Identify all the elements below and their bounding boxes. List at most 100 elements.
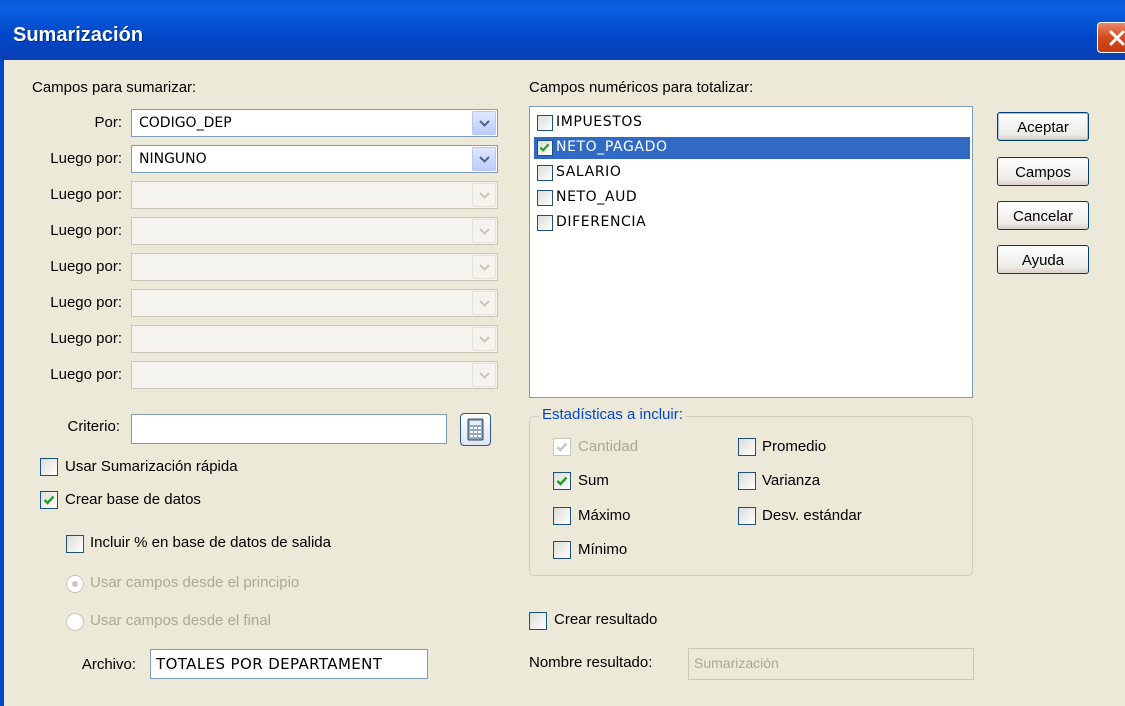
dropdown-button[interactable]: [472, 327, 496, 351]
close-button[interactable]: [1097, 22, 1125, 53]
checkmark-icon: [556, 442, 568, 452]
field-list-item[interactable]: IMPUESTOS: [534, 112, 970, 134]
accept-button[interactable]: Aceptar: [997, 112, 1089, 141]
dropdown-button[interactable]: [472, 219, 496, 243]
group-by-label: Luego por:: [50, 258, 122, 275]
use-fields-start-radio[interactable]: [66, 575, 84, 593]
then-by-select[interactable]: [131, 325, 498, 353]
dropdown-button[interactable]: [472, 291, 496, 315]
include-percent-checkbox[interactable]: [66, 535, 84, 553]
dropdown-button[interactable]: [472, 183, 496, 207]
fields-button[interactable]: Campos: [997, 157, 1089, 186]
field-list-item[interactable]: SALARIO: [534, 162, 970, 184]
expression-builder-button[interactable]: [460, 413, 491, 446]
criteria-input[interactable]: [131, 414, 447, 444]
then-by-select[interactable]: [131, 253, 498, 281]
chevron-down-icon: [479, 156, 490, 163]
std-dev-label: Desv. estándar: [762, 507, 862, 524]
sum-checkbox[interactable]: [553, 472, 571, 490]
close-icon: [1109, 30, 1125, 46]
variance-checkbox[interactable]: [738, 472, 756, 490]
field-name: DIFERENCIA: [556, 214, 647, 230]
dropdown-button[interactable]: [472, 363, 496, 387]
create-result-checkbox[interactable]: [529, 612, 547, 630]
then-by-select[interactable]: NINGUNO: [131, 145, 498, 173]
dropdown-button[interactable]: [472, 111, 496, 135]
field-list-item[interactable]: DIFERENCIA: [534, 212, 970, 234]
select-value: NINGUNO: [139, 151, 207, 167]
checkmark-icon: [43, 495, 55, 505]
then-by-select[interactable]: [131, 217, 498, 245]
min-checkbox[interactable]: [553, 541, 571, 559]
then-by-select[interactable]: [131, 289, 498, 317]
group-by-label: Luego por:: [50, 366, 122, 383]
chevron-down-icon: [479, 300, 490, 307]
checkmark-icon: [539, 143, 550, 152]
chevron-down-icon: [479, 120, 490, 127]
field-list-item[interactable]: NETO_PAGADO: [534, 137, 970, 159]
result-name-label: Nombre resultado:: [529, 654, 653, 671]
group-by-label: Por:: [94, 114, 122, 131]
fields-section-label: Campos para sumarizar:: [32, 79, 197, 96]
max-label: Máximo: [578, 507, 631, 524]
dropdown-button[interactable]: [472, 147, 496, 171]
window-border: [0, 60, 4, 706]
group-by-label: Luego por:: [50, 150, 122, 167]
criteria-label: Criterio:: [67, 418, 120, 435]
dropdown-button[interactable]: [472, 255, 496, 279]
average-label: Promedio: [762, 438, 827, 455]
field-name: SALARIO: [556, 164, 622, 180]
create-result-label: Crear resultado: [554, 611, 658, 628]
field-checkbox[interactable]: [537, 165, 553, 181]
title-bar: Sumarización: [0, 0, 1125, 60]
use-fields-end-label: Usar campos desde el final: [90, 612, 271, 629]
field-checkbox[interactable]: [537, 115, 553, 131]
create-database-label: Crear base de datos: [65, 491, 201, 508]
group-by-select[interactable]: CODIGO_DEP: [131, 109, 498, 137]
field-checkbox[interactable]: [537, 215, 553, 231]
checkmark-icon: [556, 476, 568, 486]
field-name: IMPUESTOS: [556, 114, 643, 130]
include-percent-label: Incluir % en base de datos de salida: [90, 534, 331, 551]
statistics-group-title: Estadísticas a incluir:: [539, 406, 686, 423]
field-checkbox[interactable]: [537, 190, 553, 206]
create-database-checkbox[interactable]: [40, 491, 58, 509]
file-label: Archivo:: [81, 656, 136, 673]
use-fields-start-label: Usar campos desde el principio: [90, 574, 300, 591]
window-title: Sumarización: [13, 24, 144, 46]
quick-summarization-label: Usar Sumarización rápida: [65, 458, 238, 475]
std-dev-checkbox[interactable]: [738, 507, 756, 525]
group-by-label: Luego por:: [50, 222, 122, 239]
file-input[interactable]: TOTALES POR DEPARTAMENT: [150, 649, 428, 679]
then-by-select[interactable]: [131, 361, 498, 389]
use-fields-end-radio[interactable]: [66, 613, 84, 631]
chevron-down-icon: [479, 336, 490, 343]
help-button[interactable]: Ayuda: [997, 245, 1089, 274]
select-value: CODIGO_DEP: [139, 115, 232, 131]
sum-label: Sum: [578, 472, 609, 489]
chevron-down-icon: [479, 372, 490, 379]
quick-summarization-checkbox[interactable]: [40, 458, 58, 476]
group-by-label: Luego por:: [50, 330, 122, 347]
average-checkbox[interactable]: [738, 438, 756, 456]
count-label: Cantidad: [578, 438, 639, 455]
variance-label: Varianza: [762, 472, 821, 489]
group-by-label: Luego por:: [50, 186, 122, 203]
field-name: NETO_PAGADO: [556, 139, 668, 155]
group-by-label: Luego por:: [50, 294, 122, 311]
chevron-down-icon: [479, 228, 490, 235]
chevron-down-icon: [479, 192, 490, 199]
result-name-input[interactable]: Sumarización: [688, 648, 974, 680]
numeric-fields-list[interactable]: IMPUESTOS NETO_PAGADO SALARIO NETO_AUD DIFER…: [529, 106, 973, 398]
chevron-down-icon: [479, 264, 490, 271]
cancel-button[interactable]: Cancelar: [997, 201, 1089, 230]
count-checkbox[interactable]: [553, 438, 571, 456]
calculator-icon: [467, 418, 484, 441]
field-name: NETO_AUD: [556, 189, 638, 205]
min-label: Mínimo: [578, 541, 628, 558]
field-checkbox[interactable]: [537, 140, 553, 156]
max-checkbox[interactable]: [553, 507, 571, 525]
numeric-fields-label: Campos numéricos para totalizar:: [529, 79, 754, 96]
then-by-select[interactable]: [131, 181, 498, 209]
field-list-item[interactable]: NETO_AUD: [534, 187, 970, 209]
